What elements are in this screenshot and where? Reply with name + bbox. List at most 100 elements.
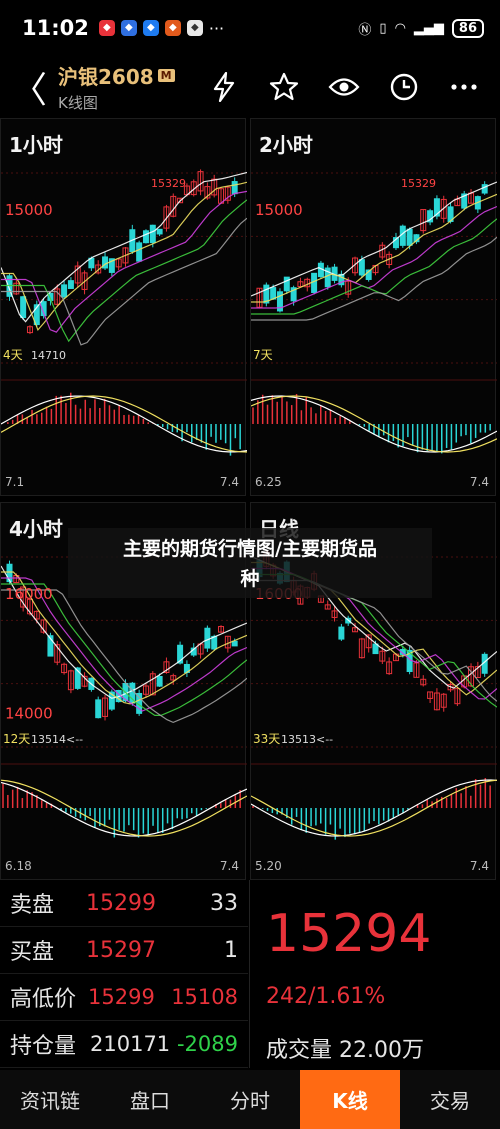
wifi-icon: ◠ bbox=[394, 20, 406, 36]
sell-qty: 33 bbox=[210, 890, 238, 916]
x-axis-start: 6.18 bbox=[5, 859, 32, 873]
kline-panel-1h[interactable]: 1小时 15000 15329 14710 4天 7.1 7.4 bbox=[0, 118, 247, 496]
candle-body bbox=[67, 280, 74, 289]
low-price: 15108 bbox=[171, 985, 238, 1009]
x-axis-end: 7.4 bbox=[219, 859, 239, 873]
lightning-icon[interactable] bbox=[206, 69, 242, 105]
price-change: 242/1.61% bbox=[266, 984, 386, 1009]
candle-body bbox=[204, 627, 211, 649]
candle-body bbox=[142, 230, 149, 244]
buy-price: 15297 bbox=[86, 937, 156, 963]
kline-grid: 1小时 15000 15329 14710 4天 7.1 7.4 2小时 15000 1… bbox=[0, 118, 500, 880]
volume-label: 成交量 bbox=[266, 1038, 333, 1063]
days-label: 7天 bbox=[253, 348, 273, 362]
panel-title: 2小时 bbox=[259, 133, 313, 157]
article-title-banner: 主要的期货行情图/主要期货品 种 bbox=[68, 528, 432, 598]
nfc-icon: Ⓝ bbox=[358, 22, 372, 38]
more-menu-icon[interactable] bbox=[446, 69, 482, 105]
watch-eye-icon[interactable] bbox=[326, 69, 362, 105]
panel-title: 4小时 bbox=[9, 517, 63, 541]
candle-body bbox=[406, 228, 413, 246]
high-low-label: 高低价 bbox=[10, 987, 77, 1012]
app-notification-icon: ◆ bbox=[120, 20, 137, 36]
quote-divider bbox=[249, 880, 250, 1068]
tab-intraday[interactable]: 分时 bbox=[200, 1070, 300, 1129]
contract-name[interactable]: 沪银2608 bbox=[58, 61, 154, 90]
header-titles: 沪银2608 M K线图 bbox=[58, 61, 175, 113]
days-label: 12天 bbox=[3, 732, 30, 746]
notification-icons: ◆ ◆ ◆ ◆ ◆ bbox=[98, 20, 203, 36]
signal-icon: ▂▄▆ bbox=[413, 20, 444, 36]
buy-row[interactable]: 买盘 15297 1 bbox=[0, 927, 248, 974]
header-actions bbox=[206, 69, 482, 105]
candle-body bbox=[156, 675, 163, 687]
buy-label: 买盘 bbox=[10, 940, 55, 965]
page-subtitle: K线图 bbox=[58, 94, 98, 112]
tab-news-chain[interactable]: 资讯链 bbox=[0, 1070, 100, 1129]
candle-body bbox=[149, 224, 156, 244]
candle-body bbox=[311, 272, 318, 293]
price-axis-label: 16000 bbox=[5, 585, 53, 603]
volume: 成交量 22.00万 bbox=[266, 1032, 424, 1064]
days-label: 4天 bbox=[3, 348, 23, 362]
open-interest-row: 持仓量 210171 -2089 bbox=[0, 1021, 248, 1068]
panel-title: 1小时 bbox=[9, 133, 63, 157]
candle-body bbox=[61, 284, 68, 298]
open-interest-value: 210171 bbox=[90, 1032, 171, 1056]
buy-qty: 1 bbox=[224, 937, 238, 963]
open-interest-change: -2089 bbox=[176, 1032, 238, 1056]
kline-chart-2h: 15000 15329 7天 bbox=[251, 172, 497, 454]
low-marker-label: 13514<-- bbox=[31, 733, 83, 746]
candle-body bbox=[95, 699, 102, 719]
main-contract-badge: M bbox=[157, 69, 175, 82]
tab-kline[interactable]: K线 bbox=[300, 1070, 400, 1129]
last-price: 15294 bbox=[266, 904, 432, 964]
sell-label: 卖盘 bbox=[10, 893, 55, 918]
x-axis-start: 6.25 bbox=[255, 475, 282, 489]
kline-chart-1h: 15000 15329 14710 4天 bbox=[1, 169, 247, 456]
more-notifications-icon: ··· bbox=[208, 18, 225, 38]
volume-value: 22.00万 bbox=[339, 1038, 424, 1063]
candle-body bbox=[20, 296, 27, 319]
candle-body bbox=[358, 259, 365, 276]
alipay-icon: ◆ bbox=[142, 20, 159, 36]
high-price: 15299 bbox=[88, 985, 155, 1009]
x-axis-start: 5.20 bbox=[255, 859, 282, 873]
clock-icon[interactable] bbox=[386, 69, 422, 105]
days-label: 33天 bbox=[253, 732, 280, 746]
sell-row[interactable]: 卖盘 15299 33 bbox=[0, 880, 248, 927]
price-axis-label: 14000 bbox=[5, 705, 53, 723]
candle-body bbox=[156, 228, 163, 235]
battery-icon: 86 bbox=[451, 18, 484, 38]
quote-panel: 卖盘 15299 33 买盘 15297 1 高低价 15299 15108 持… bbox=[0, 880, 500, 1068]
status-time: 11:02 bbox=[22, 16, 89, 40]
x-axis-start: 7.1 bbox=[5, 475, 25, 489]
candle-body bbox=[6, 563, 13, 583]
status-bar: 11:02 ◆ ◆ ◆ ◆ ◆ ··· Ⓝ ▯ ◠ ▂▄▆ 86 bbox=[0, 0, 500, 56]
candle-body bbox=[270, 287, 277, 300]
tab-trade[interactable]: 交易 bbox=[400, 1070, 500, 1129]
kline-panel-2h[interactable]: 2小时 15000 15329 7天 6.25 7.4 bbox=[250, 118, 497, 496]
tab-order-book[interactable]: 盘口 bbox=[100, 1070, 200, 1129]
bottom-tab-bar: 资讯链 盘口 分时 K线 交易 bbox=[0, 1070, 500, 1129]
app-notification-icon: ◆ bbox=[186, 20, 203, 36]
price-axis-label: 15000 bbox=[255, 201, 303, 219]
low-marker-label: 14710 bbox=[31, 349, 66, 362]
app-notification-icon: ◆ bbox=[164, 20, 181, 36]
candle-body bbox=[231, 181, 238, 195]
back-button[interactable]: 〈 bbox=[4, 62, 54, 112]
app-header: 〈 沪银2608 M K线图 bbox=[0, 56, 500, 118]
banner-line: 种 bbox=[240, 568, 260, 590]
high-low-row: 高低价 15299 15108 bbox=[0, 974, 248, 1021]
x-axis-end: 7.4 bbox=[219, 475, 239, 489]
favorite-star-icon[interactable] bbox=[266, 69, 302, 105]
system-icons: Ⓝ ▯ ◠ ▂▄▆ 86 bbox=[358, 18, 484, 38]
x-axis-end: 7.4 bbox=[469, 475, 489, 489]
candle-body bbox=[231, 640, 238, 647]
candle-body bbox=[283, 276, 290, 292]
high-marker-label: 15329 bbox=[401, 177, 436, 190]
open-interest-label: 持仓量 bbox=[10, 1034, 77, 1059]
app-notification-icon: ◆ bbox=[98, 20, 115, 36]
x-axis-end: 7.4 bbox=[469, 859, 489, 873]
high-marker-label: 15329 bbox=[151, 177, 186, 190]
